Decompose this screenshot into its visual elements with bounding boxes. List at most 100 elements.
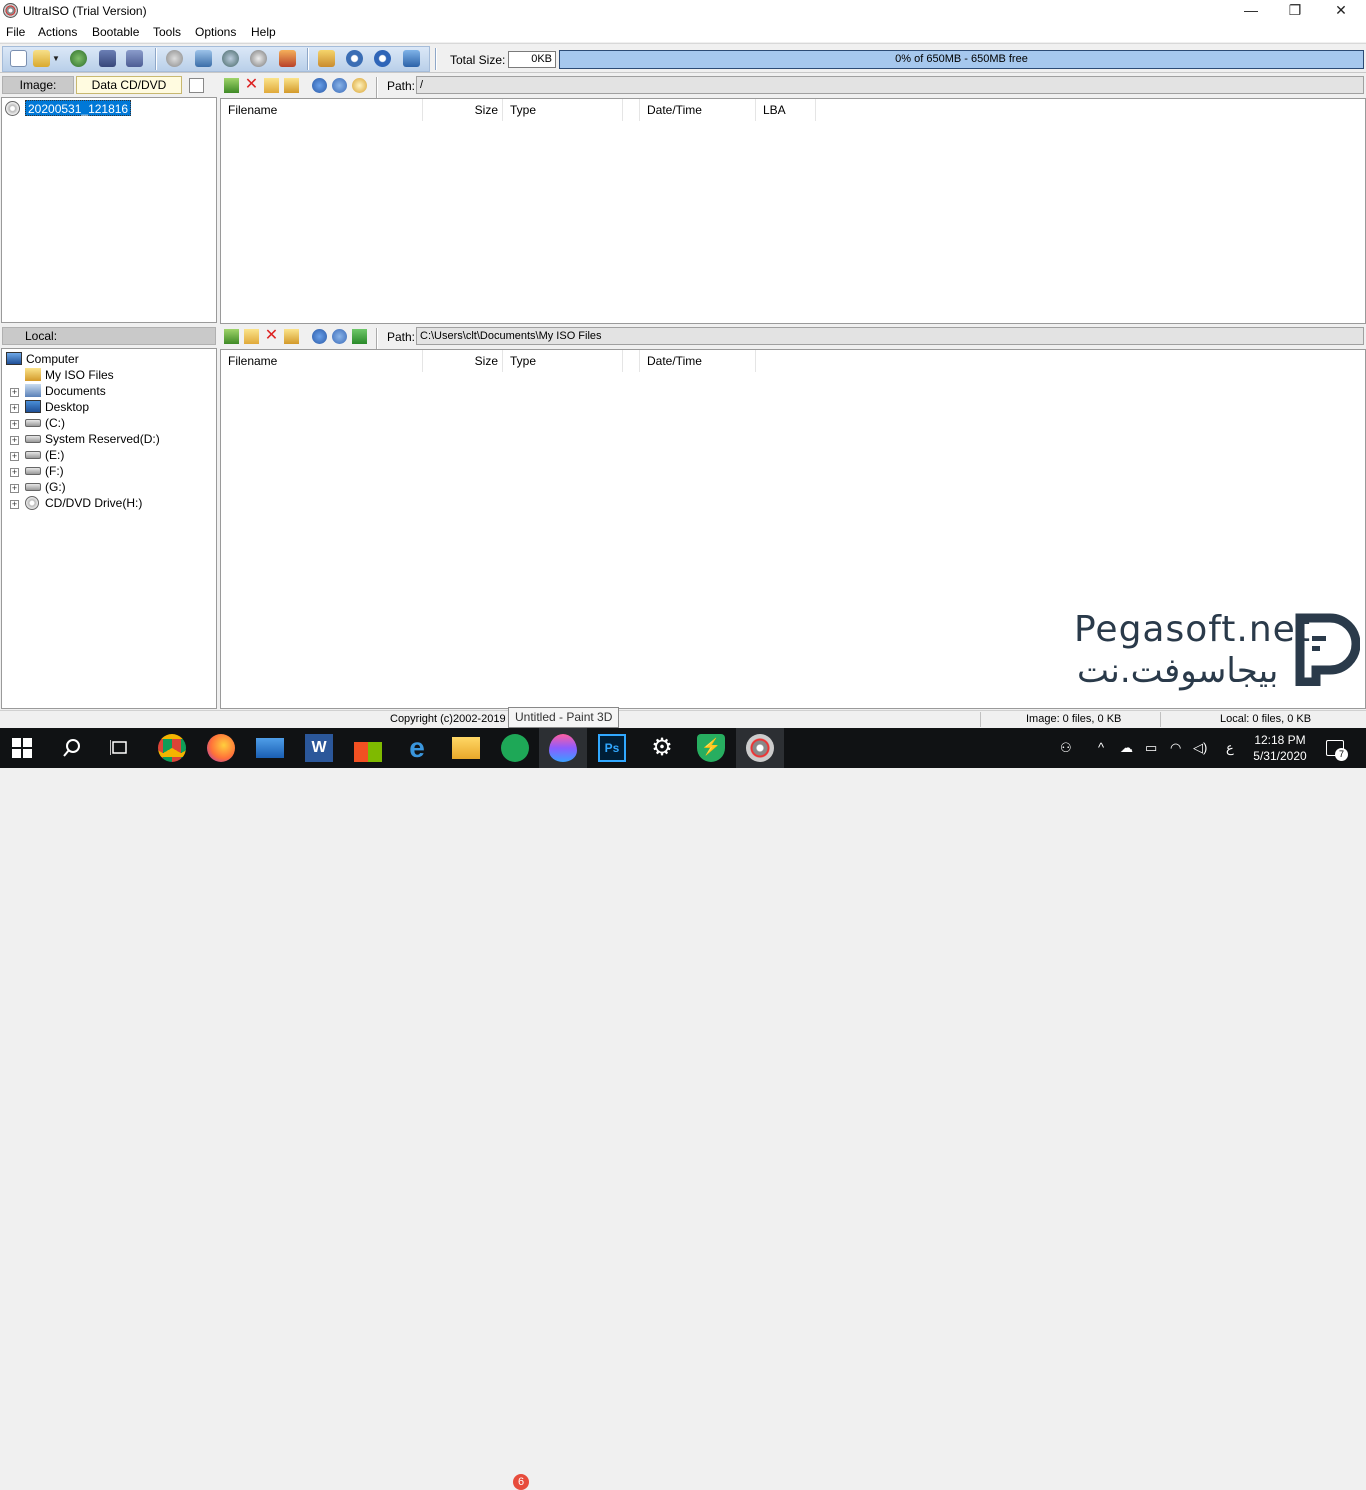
clock-date[interactable]: 5/31/2020 (1245, 749, 1315, 763)
image-root-node[interactable]: 20200531_121816 (25, 100, 132, 116)
open-dropdown-icon[interactable]: ▼ (52, 50, 60, 67)
onedrive-icon[interactable]: ☁ (1120, 740, 1133, 756)
whatsapp-icon[interactable] (501, 734, 529, 762)
menu-tools[interactable]: Tools (153, 25, 181, 39)
menu-actions[interactable]: Actions (38, 25, 77, 39)
burn-icon[interactable] (250, 50, 267, 67)
open-icon[interactable] (33, 50, 50, 67)
mount-icon[interactable] (195, 50, 212, 67)
column-filename[interactable]: Filename (221, 350, 423, 372)
new-folder-icon[interactable] (264, 78, 279, 93)
mail-icon[interactable] (256, 738, 284, 758)
kaspersky-icon[interactable]: ⚡ (697, 734, 725, 762)
tree-item-my-iso-files[interactable]: My ISO Files (45, 367, 114, 383)
save-icon[interactable] (99, 50, 116, 67)
delete-icon[interactable]: ✕ (244, 77, 259, 93)
tree-item-desktop[interactable]: Desktop (45, 399, 89, 415)
folder-icon[interactable] (284, 78, 299, 93)
settings-gear-icon[interactable] (332, 329, 347, 344)
ultraiso-icon[interactable] (746, 734, 774, 762)
make-cd-image-icon[interactable] (166, 50, 183, 67)
exit-icon[interactable] (403, 50, 420, 67)
tree-item-drive-h[interactable]: CD/DVD Drive(H:) (45, 495, 142, 511)
expand-icon[interactable]: + (10, 468, 19, 477)
delete-icon[interactable]: ✕ (264, 328, 279, 344)
show-hidden-icons-icon[interactable]: ^ (1098, 740, 1104, 755)
column-datetime[interactable]: Date/Time (640, 99, 756, 121)
image-file-list[interactable]: Filename Size Type Date/Time LBA (220, 98, 1366, 324)
folder-icon[interactable] (284, 329, 299, 344)
image-properties-icon[interactable] (189, 78, 204, 93)
image-path-field[interactable]: / (416, 76, 1364, 94)
tree-item-drive-f[interactable]: (F:) (45, 463, 64, 479)
local-tree[interactable]: Computer My ISO Files + Documents + Desk… (1, 348, 217, 709)
column-size[interactable]: Size (423, 99, 503, 121)
image-status: Image: 0 files, 0 KB (1026, 713, 1122, 725)
people-icon[interactable]: ⚇ (1060, 740, 1072, 756)
column-lba[interactable]: LBA (756, 99, 816, 121)
expand-icon[interactable]: + (10, 388, 19, 397)
info-icon[interactable] (346, 50, 363, 67)
add-files-icon[interactable] (312, 78, 327, 93)
column-size[interactable]: Size (423, 350, 503, 372)
help-icon[interactable] (374, 50, 391, 67)
up-level-icon[interactable] (224, 329, 239, 344)
reopen-icon[interactable] (70, 50, 87, 67)
photoshop-icon[interactable]: Ps (598, 734, 626, 762)
add-files-icon[interactable] (312, 329, 327, 344)
tree-item-drive-c[interactable]: (C:) (45, 415, 65, 431)
minimize-button[interactable]: — (1228, 0, 1274, 22)
store-icon[interactable] (354, 734, 382, 762)
local-file-list[interactable]: Filename Size Type Date/Time Pegasoft.ne… (220, 349, 1366, 709)
expand-icon[interactable]: + (10, 500, 19, 509)
chrome-icon[interactable] (158, 734, 186, 762)
menu-file[interactable]: File (6, 25, 25, 39)
virtual-drive-icon[interactable] (279, 50, 296, 67)
expand-icon[interactable]: + (10, 484, 19, 493)
expand-icon[interactable]: + (10, 404, 19, 413)
task-view-icon[interactable] (110, 738, 130, 758)
compress-icon[interactable] (222, 50, 239, 67)
image-type-select[interactable]: Data CD/DVD (76, 76, 182, 94)
firefox-icon[interactable] (207, 734, 235, 762)
menu-options[interactable]: Options (195, 25, 236, 39)
word-icon[interactable]: W (305, 734, 333, 762)
tree-item-documents[interactable]: Documents (45, 383, 106, 399)
column-datetime[interactable]: Date/Time (640, 350, 756, 372)
expand-icon[interactable]: + (10, 436, 19, 445)
expand-icon[interactable]: + (10, 452, 19, 461)
new-folder-icon[interactable] (244, 329, 259, 344)
menu-bootable[interactable]: Bootable (92, 25, 139, 39)
explorer-icon[interactable] (452, 737, 480, 759)
save-as-icon[interactable] (126, 50, 143, 67)
local-path-field[interactable]: C:\Users\clt\Documents\My ISO Files (416, 327, 1364, 345)
tree-item-drive-g[interactable]: (G:) (45, 479, 66, 495)
new-icon[interactable] (10, 50, 27, 67)
clock-time[interactable]: 12:18 PM (1245, 733, 1315, 747)
restore-button[interactable]: ❐ (1272, 0, 1318, 22)
image-tree[interactable]: 20200531_121816 (1, 97, 217, 323)
expand-icon[interactable]: + (10, 420, 19, 429)
refresh-icon[interactable] (352, 329, 367, 344)
edge-icon[interactable]: e (403, 734, 431, 762)
tree-item-computer[interactable]: Computer (26, 351, 79, 367)
search-icon[interactable] (62, 738, 82, 758)
up-level-icon[interactable] (224, 78, 239, 93)
volume-icon[interactable]: ◁) (1193, 740, 1207, 756)
settings-gear-icon[interactable] (332, 78, 347, 93)
extract-icon[interactable] (352, 78, 367, 93)
column-filename[interactable]: Filename (221, 99, 423, 121)
paint3d-icon[interactable] (549, 734, 577, 762)
settings-icon[interactable]: ⚙ (648, 734, 676, 762)
tree-item-drive-d[interactable]: System Reserved(D:) (45, 431, 160, 447)
menu-help[interactable]: Help (251, 25, 276, 39)
wifi-icon[interactable]: ◠ (1170, 740, 1181, 756)
start-icon[interactable] (12, 738, 32, 758)
battery-icon[interactable]: ▭ (1145, 740, 1157, 756)
column-type[interactable]: Type (503, 350, 623, 372)
close-button[interactable]: ✕ (1318, 0, 1364, 22)
options-icon[interactable] (318, 50, 335, 67)
tree-item-drive-e[interactable]: (E:) (45, 447, 64, 463)
input-language[interactable]: ع (1226, 740, 1234, 756)
column-type[interactable]: Type (503, 99, 623, 121)
